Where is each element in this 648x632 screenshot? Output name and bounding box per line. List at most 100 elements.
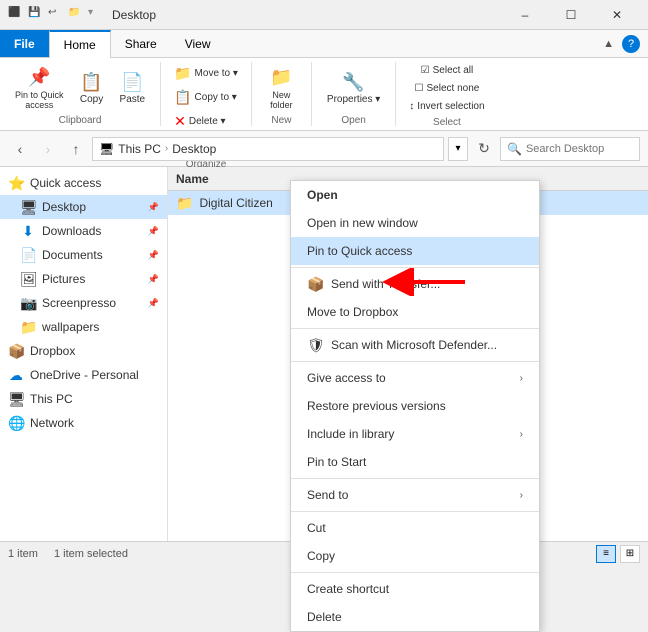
collapse-ribbon-btn[interactable]: ▲ xyxy=(603,38,614,50)
sidebar-item-wallpapers[interactable]: 📁 wallpapers xyxy=(0,315,167,339)
sidebar-item-onedrive[interactable]: ☁ OneDrive - Personal xyxy=(0,363,167,387)
ctx-open[interactable]: Open xyxy=(291,181,539,209)
tab-view[interactable]: View xyxy=(171,30,225,57)
ctx-cut[interactable]: Cut xyxy=(291,514,539,542)
moveto-icon: 📁 xyxy=(174,65,191,82)
back-button[interactable]: ‹ xyxy=(8,137,32,161)
file-item-name: Digital Citizen xyxy=(199,196,272,210)
transfer-icon: 📦 xyxy=(307,276,327,293)
forward-button[interactable]: › xyxy=(36,137,60,161)
send-to-arrow: › xyxy=(520,490,523,501)
copy-to-button[interactable]: 📋 Copy to ▾ xyxy=(169,86,242,109)
select-label: Select xyxy=(433,117,461,128)
new-items: 📁 Newfolder xyxy=(262,62,300,113)
minimize-button[interactable]: – xyxy=(502,0,548,30)
save-icon: 💾 xyxy=(28,7,44,23)
tab-share[interactable]: Share xyxy=(111,30,171,57)
path-thispc[interactable]: This PC xyxy=(118,142,161,156)
pin-to-quickaccess-button[interactable]: 📌 Pin to Quickaccess xyxy=(8,63,71,113)
newfolder-icon: 📁 xyxy=(269,66,293,90)
folder-item-icon: 📁 xyxy=(176,195,193,212)
organize-group: 📁 Move to ▾ 📋 Copy to ▾ ✕ Delete ▾ ✏ Ren… xyxy=(161,62,252,126)
tab-file[interactable]: File xyxy=(0,30,49,57)
downloads-icon: ⬇ xyxy=(20,223,36,240)
select-group: ☑ Select all ☐ Select none ↕ Invert sele… xyxy=(396,62,497,126)
sidebar-item-dropbox[interactable]: 📦 Dropbox xyxy=(0,339,167,363)
quick-access-icon: ⬛ xyxy=(8,7,24,23)
dropdown-arrow: ▾ xyxy=(88,7,104,23)
address-path[interactable]: 🖥 This PC › Desktop xyxy=(92,137,444,161)
ctx-sep6 xyxy=(291,572,539,573)
open-label: Open xyxy=(341,115,365,126)
tab-home[interactable]: Home xyxy=(49,30,111,58)
ctx-restore-versions[interactable]: Restore previous versions xyxy=(291,392,539,420)
ctx-sep5 xyxy=(291,511,539,512)
documents-icon: 📄 xyxy=(20,247,36,264)
new-group: 📁 Newfolder New xyxy=(252,62,312,126)
screenpresso-icon: 📷 xyxy=(20,295,36,312)
sidebar-item-pictures[interactable]: 🖼 Pictures 📌 xyxy=(0,267,167,291)
up-button[interactable]: ↑ xyxy=(64,137,88,161)
name-column-header: Name xyxy=(176,172,209,186)
network-icon: 🌐 xyxy=(8,415,24,432)
ctx-scan-defender[interactable]: 🛡 Scan with Microsoft Defender... xyxy=(291,331,539,359)
address-dropdown[interactable]: ▾ xyxy=(448,137,468,161)
drive-icon: 🖥 xyxy=(99,142,114,156)
item-selected: 1 item selected xyxy=(54,548,128,560)
paste-icon: 📄 xyxy=(120,70,144,94)
maximize-button[interactable]: ☐ xyxy=(548,0,594,30)
move-to-button[interactable]: 📁 Move to ▾ xyxy=(169,62,243,85)
select-none-button[interactable]: ☐ Select none xyxy=(410,80,485,97)
invert-selection-button[interactable]: ↕ Invert selection xyxy=(404,98,489,115)
copy-button[interactable]: 📋 Copy xyxy=(73,67,111,108)
pin-icon: 📌 xyxy=(27,66,51,90)
ctx-open-new-window[interactable]: Open in new window xyxy=(291,209,539,237)
give-access-arrow: › xyxy=(520,373,523,384)
sidebar-item-network[interactable]: 🌐 Network xyxy=(0,411,167,435)
folder-icon-title: 📁 xyxy=(68,7,84,23)
sidebar-item-quickaccess[interactable]: ⭐ Quick access xyxy=(0,171,167,195)
properties-button[interactable]: 🔧 Properties ▾ xyxy=(320,67,387,108)
ribbon-content: 📌 Pin to Quickaccess 📋 Copy 📄 Paste Clip… xyxy=(0,58,648,130)
ctx-include-library[interactable]: Include in library › xyxy=(291,420,539,448)
new-folder-button[interactable]: 📁 Newfolder xyxy=(262,63,300,113)
delete-icon: ✕ xyxy=(174,113,186,130)
select-all-button[interactable]: ☑ Select all xyxy=(416,62,479,79)
search-icon: 🔍 xyxy=(507,142,522,156)
thispc-icon: 🖥 xyxy=(8,391,24,408)
details-view-button[interactable]: ≡ xyxy=(596,545,616,563)
ctx-send-to[interactable]: Send to › xyxy=(291,481,539,509)
large-icons-view-button[interactable]: ⊞ xyxy=(620,545,640,563)
onedrive-icon: ☁ xyxy=(8,367,24,384)
pin-indicator-dl: 📌 xyxy=(148,226,159,237)
quickaccess-icon: ⭐ xyxy=(8,175,24,192)
ctx-move-dropbox[interactable]: Move to Dropbox xyxy=(291,298,539,326)
ctx-create-shortcut[interactable]: Create shortcut xyxy=(291,575,539,603)
search-box[interactable]: 🔍 xyxy=(500,137,640,161)
view-controls: ≡ ⊞ xyxy=(596,545,640,563)
ctx-pin-start[interactable]: Pin to Start xyxy=(291,448,539,476)
sidebar-item-thispc[interactable]: 🖥 This PC xyxy=(0,387,167,411)
ctx-sep2 xyxy=(291,328,539,329)
pin-indicator-sp: 📌 xyxy=(148,298,159,309)
paste-button[interactable]: 📄 Paste xyxy=(113,67,153,108)
item-count: 1 item xyxy=(8,548,38,560)
clipboard-group: 📌 Pin to Quickaccess 📋 Copy 📄 Paste Clip… xyxy=(0,62,161,126)
new-label: New xyxy=(271,115,291,126)
title-bar-controls: – ☐ ✕ xyxy=(502,0,640,30)
path-desktop[interactable]: Desktop xyxy=(172,142,216,156)
refresh-button[interactable]: ↻ xyxy=(472,137,496,161)
search-input[interactable] xyxy=(526,143,633,155)
sidebar-item-downloads[interactable]: ⬇ Downloads 📌 xyxy=(0,219,167,243)
help-button[interactable]: ? xyxy=(622,35,640,53)
ctx-copy[interactable]: Copy xyxy=(291,542,539,570)
ctx-give-access[interactable]: Give access to › xyxy=(291,364,539,392)
highlight-arrow xyxy=(380,268,470,296)
ctx-pin-quickaccess[interactable]: Pin to Quick access xyxy=(291,237,539,265)
close-button[interactable]: ✕ xyxy=(594,0,640,30)
ctx-delete[interactable]: Delete xyxy=(291,603,539,631)
sidebar-item-documents[interactable]: 📄 Documents 📌 xyxy=(0,243,167,267)
sidebar-item-desktop[interactable]: 🖥 Desktop 📌 xyxy=(0,195,167,219)
delete-button[interactable]: ✕ Delete ▾ xyxy=(169,110,230,133)
sidebar-item-screenpresso[interactable]: 📷 Screenpresso 📌 xyxy=(0,291,167,315)
